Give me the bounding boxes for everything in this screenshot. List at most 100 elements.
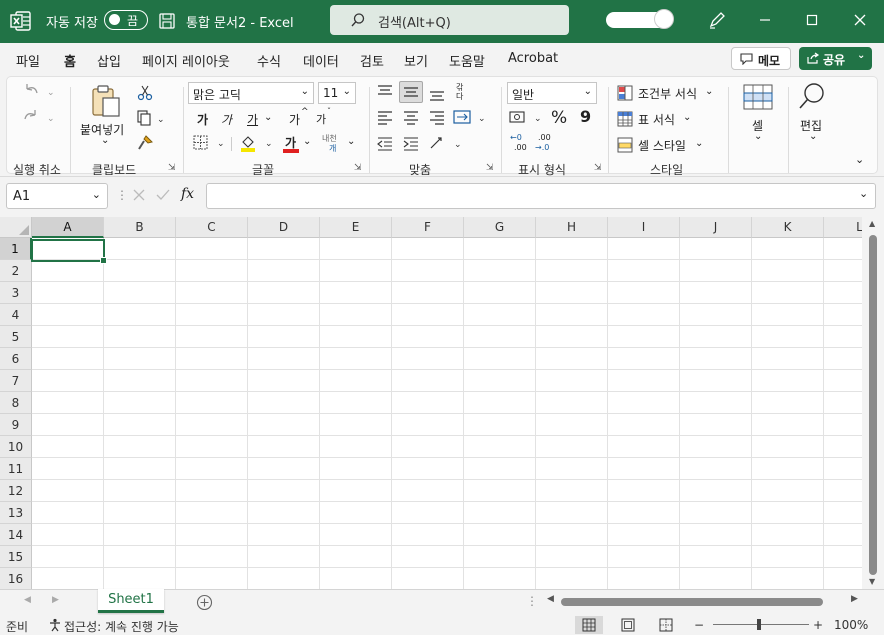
- paste-icon[interactable]: [89, 84, 123, 118]
- account-profile[interactable]: [606, 9, 674, 29]
- tab-acrobat[interactable]: Acrobat: [508, 51, 558, 66]
- align-left-icon[interactable]: [377, 111, 393, 125]
- zoom-in-button[interactable]: +: [813, 618, 823, 632]
- tab-review[interactable]: 검토: [360, 51, 384, 70]
- select-all-button[interactable]: [0, 217, 32, 238]
- chevron-down-icon[interactable]: ⌄: [264, 112, 272, 123]
- search-icon[interactable]: [797, 81, 827, 111]
- zoom-slider[interactable]: [713, 619, 809, 630]
- row-header[interactable]: 7: [0, 370, 32, 392]
- sheet-tab-sheet1[interactable]: Sheet1: [98, 589, 164, 613]
- tab-split-handle-icon[interactable]: ⋮: [526, 594, 538, 608]
- tab-file[interactable]: 파일: [16, 51, 40, 70]
- row-header[interactable]: 3: [0, 282, 32, 304]
- conditional-format-icon[interactable]: [617, 85, 633, 101]
- format-painter-icon[interactable]: [137, 135, 153, 151]
- row-header[interactable]: 5: [0, 326, 32, 348]
- column-header[interactable]: B: [104, 217, 176, 238]
- dialog-launcher-icon[interactable]: ⇲: [168, 163, 176, 173]
- row-header[interactable]: 6: [0, 348, 32, 370]
- dialog-launcher-icon[interactable]: ⇲: [594, 163, 602, 173]
- fill-color-icon[interactable]: ⌄: [239, 135, 275, 153]
- scroll-up-icon[interactable]: ▲: [869, 219, 875, 228]
- close-icon[interactable]: [848, 9, 872, 31]
- column-header[interactable]: E: [320, 217, 392, 238]
- autosave-toggle[interactable]: 끔: [104, 10, 148, 30]
- zoom-level[interactable]: 100%: [834, 618, 868, 632]
- row-header[interactable]: 4: [0, 304, 32, 326]
- next-sheet-icon[interactable]: ▶: [52, 595, 59, 605]
- align-bottom-icon[interactable]: [429, 87, 445, 101]
- column-header[interactable]: C: [176, 217, 248, 238]
- format-as-table-icon[interactable]: [617, 111, 633, 127]
- name-box[interactable]: A1 ⌄: [6, 183, 108, 209]
- font-size-dropdown[interactable]: 11 ⌄: [318, 82, 356, 104]
- percent-style-button[interactable]: %: [551, 108, 567, 128]
- column-header[interactable]: J: [680, 217, 752, 238]
- chevron-down-icon[interactable]: ⌄: [754, 131, 762, 142]
- align-middle-button[interactable]: [399, 81, 423, 103]
- font-name-dropdown[interactable]: 맑은 고딕 ⌄: [188, 82, 314, 104]
- tab-formulas[interactable]: 수식: [257, 51, 281, 70]
- worksheet-grid[interactable]: ABCDEFGHIJKL 1 2 3 4 5 6 7 8 9 10 11 12 13 14 15 16 ▲ ▼: [0, 217, 884, 589]
- row-header[interactable]: 9: [0, 414, 32, 436]
- more-options-icon[interactable]: ⋮: [116, 188, 128, 202]
- chevron-down-icon[interactable]: ⌄: [695, 138, 703, 149]
- accessibility-icon[interactable]: [48, 618, 62, 632]
- cell-styles-icon[interactable]: [617, 137, 633, 153]
- chevron-down-icon[interactable]: ⌄: [705, 86, 713, 97]
- insert-function-icon[interactable]: fx: [181, 186, 194, 202]
- conditional-format-button[interactable]: 조건부 서식: [638, 85, 697, 102]
- redo-icon[interactable]: ⌄: [21, 109, 57, 129]
- row-header[interactable]: 12: [0, 480, 32, 502]
- row-header[interactable]: 1: [0, 238, 32, 260]
- row-header[interactable]: 16: [0, 568, 32, 589]
- row-header[interactable]: 8: [0, 392, 32, 414]
- row-header[interactable]: 14: [0, 524, 32, 546]
- column-header[interactable]: A: [32, 217, 104, 238]
- undo-icon[interactable]: ⌄: [21, 83, 57, 103]
- page-layout-view-icon[interactable]: [621, 618, 635, 632]
- dialog-launcher-icon[interactable]: ⇲: [486, 163, 494, 173]
- orientation-icon[interactable]: ⌄: [429, 135, 463, 151]
- vertical-scrollbar[interactable]: ▲ ▼: [862, 217, 884, 589]
- borders-icon[interactable]: ⌄: [193, 135, 229, 151]
- zoom-out-button[interactable]: −: [694, 618, 704, 632]
- cells-icon[interactable]: [743, 83, 773, 111]
- row-header[interactable]: 2: [0, 260, 32, 282]
- italic-button[interactable]: 가: [221, 111, 232, 128]
- minimize-icon[interactable]: [753, 9, 777, 31]
- decrease-decimal-top[interactable]: .00: [538, 133, 551, 142]
- format-as-table-button[interactable]: 표 서식: [638, 111, 675, 128]
- add-sheet-icon[interactable]: [196, 594, 213, 611]
- tab-home[interactable]: 홈: [64, 51, 76, 76]
- comma-style-button[interactable]: 9: [580, 107, 591, 126]
- bold-button[interactable]: 가: [197, 111, 208, 128]
- column-header[interactable]: I: [608, 217, 680, 238]
- comments-button[interactable]: 메모: [731, 47, 791, 70]
- decrease-indent-icon[interactable]: [377, 137, 393, 151]
- expand-formula-bar-icon[interactable]: ⌄: [859, 187, 868, 200]
- save-icon[interactable]: [158, 12, 176, 30]
- search-box[interactable]: 검색(Alt+Q): [330, 5, 569, 35]
- tab-insert[interactable]: 삽입: [97, 51, 121, 70]
- pen-icon[interactable]: [707, 10, 727, 30]
- column-header[interactable]: K: [752, 217, 824, 238]
- align-top-icon[interactable]: [377, 85, 393, 99]
- active-cell[interactable]: [31, 239, 107, 264]
- tab-data[interactable]: 데이터: [303, 51, 339, 70]
- horizontal-scroll-thumb[interactable]: [561, 598, 823, 606]
- zoom-slider-knob[interactable]: [757, 619, 761, 630]
- cells-area[interactable]: [32, 238, 862, 589]
- increase-decimal-top[interactable]: ←0: [510, 133, 522, 142]
- chevron-down-icon[interactable]: ⌄: [303, 136, 311, 147]
- column-header[interactable]: F: [392, 217, 464, 238]
- row-header[interactable]: 13: [0, 502, 32, 524]
- page-break-view-icon[interactable]: [659, 618, 673, 632]
- scroll-right-icon[interactable]: ▶: [851, 594, 858, 604]
- align-right-icon[interactable]: [429, 111, 445, 125]
- align-center-icon[interactable]: [403, 111, 419, 125]
- grow-font-button[interactable]: 가: [289, 111, 300, 128]
- scroll-down-icon[interactable]: ▼: [869, 577, 875, 586]
- formula-input[interactable]: ⌄: [206, 183, 876, 209]
